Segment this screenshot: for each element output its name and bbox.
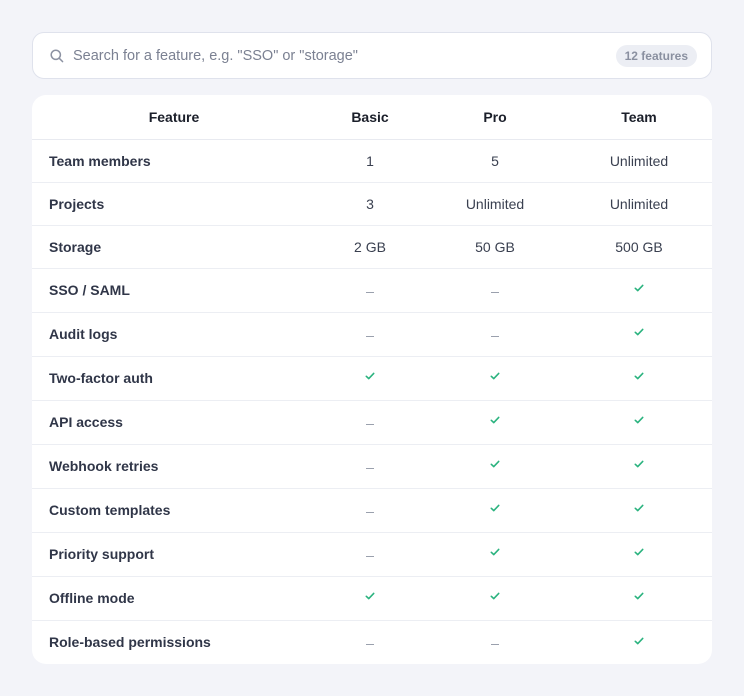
column-header-team: Team <box>566 95 712 140</box>
cell-basic <box>316 356 424 401</box>
cell-basic <box>316 576 424 621</box>
cell-pro <box>424 532 566 577</box>
search-icon <box>49 48 65 64</box>
feature-name: Custom templates <box>32 488 316 533</box>
feature-name: Projects <box>32 182 316 226</box>
check-icon <box>633 501 645 513</box>
feature-name: Storage <box>32 225 316 269</box>
cell-basic: 3 <box>316 182 424 226</box>
check-icon <box>489 369 501 381</box>
cell-basic <box>316 268 424 313</box>
table-row: Priority support <box>32 532 712 577</box>
check-icon <box>633 545 645 557</box>
dash-icon <box>366 467 374 469</box>
table-row: Webhook retries <box>32 444 712 489</box>
cell-team <box>566 532 712 577</box>
cell-pro: 5 <box>424 139 566 183</box>
table-row: Storage 2 GB 50 GB 500 GB <box>32 225 712 269</box>
feature-name: Priority support <box>32 532 316 577</box>
column-header-pro: Pro <box>424 95 566 140</box>
cell-basic <box>316 532 424 577</box>
cell-pro <box>424 312 566 357</box>
check-icon <box>633 457 645 469</box>
cell-basic <box>316 620 424 664</box>
cell-pro: Unlimited <box>424 182 566 226</box>
cell-team <box>566 312 712 357</box>
check-icon <box>489 413 501 425</box>
dash-icon <box>366 644 374 646</box>
dash-icon <box>491 291 499 293</box>
table-row: Projects 3 Unlimited Unlimited <box>32 182 712 226</box>
cell-pro: 50 GB <box>424 225 566 269</box>
cell-pro <box>424 620 566 664</box>
cell-pro <box>424 356 566 401</box>
dash-icon <box>491 335 499 337</box>
check-icon <box>633 413 645 425</box>
dash-icon <box>491 644 499 646</box>
dash-icon <box>366 555 374 557</box>
cell-team <box>566 444 712 489</box>
cell-pro <box>424 400 566 445</box>
cell-basic <box>316 488 424 533</box>
cell-team <box>566 356 712 401</box>
table-header-row: Feature Basic Pro Team <box>32 95 712 140</box>
check-icon <box>489 589 501 601</box>
cell-pro <box>424 444 566 489</box>
cell-basic <box>316 444 424 489</box>
feature-comparison-table: Feature Basic Pro Team Team members 1 5 Unl… <box>32 95 712 664</box>
dash-icon <box>366 335 374 337</box>
table-row: Two-factor auth <box>32 356 712 401</box>
cell-team <box>566 400 712 445</box>
cell-pro <box>424 268 566 313</box>
check-icon <box>489 457 501 469</box>
cell-basic: 1 <box>316 139 424 183</box>
column-header-feature: Feature <box>32 95 316 140</box>
feature-name: Two-factor auth <box>32 356 316 401</box>
table-row: Offline mode <box>32 576 712 621</box>
feature-name: Webhook retries <box>32 444 316 489</box>
table-row: Custom templates <box>32 488 712 533</box>
cell-team: 500 GB <box>566 225 712 269</box>
cell-team: Unlimited <box>566 182 712 226</box>
cell-pro <box>424 576 566 621</box>
check-icon <box>633 281 645 293</box>
check-icon <box>364 589 376 601</box>
search-input[interactable] <box>73 41 633 71</box>
cell-basic <box>316 312 424 357</box>
check-icon <box>633 589 645 601</box>
check-icon <box>489 501 501 513</box>
cell-team <box>566 620 712 664</box>
feature-count-badge: 12 features <box>615 45 697 67</box>
cell-basic: 2 GB <box>316 225 424 269</box>
check-icon <box>633 369 645 381</box>
dash-icon <box>366 423 374 425</box>
cell-pro <box>424 488 566 533</box>
feature-name: Offline mode <box>32 576 316 621</box>
table-row: Team members 1 5 Unlimited <box>32 139 712 183</box>
table-row: API access <box>32 400 712 445</box>
feature-name: Audit logs <box>32 312 316 357</box>
cell-basic <box>316 400 424 445</box>
column-header-basic: Basic <box>316 95 424 140</box>
check-icon <box>633 325 645 337</box>
check-icon <box>364 369 376 381</box>
feature-name: SSO / SAML <box>32 268 316 313</box>
feature-name: Team members <box>32 139 316 183</box>
dash-icon <box>366 291 374 293</box>
cell-team <box>566 576 712 621</box>
cell-team <box>566 268 712 313</box>
feature-search-bar[interactable]: 12 features <box>32 32 712 79</box>
table-row: Audit logs <box>32 312 712 357</box>
cell-team: Unlimited <box>566 139 712 183</box>
feature-name: Role-based permissions <box>49 634 211 651</box>
check-icon <box>489 545 501 557</box>
cell-team <box>566 488 712 533</box>
table-row: SSO / SAML <box>32 268 712 313</box>
check-icon <box>633 634 645 646</box>
feature-name: API access <box>32 400 316 445</box>
table-row: Role-based permissions <box>32 620 712 664</box>
dash-icon <box>366 511 374 513</box>
